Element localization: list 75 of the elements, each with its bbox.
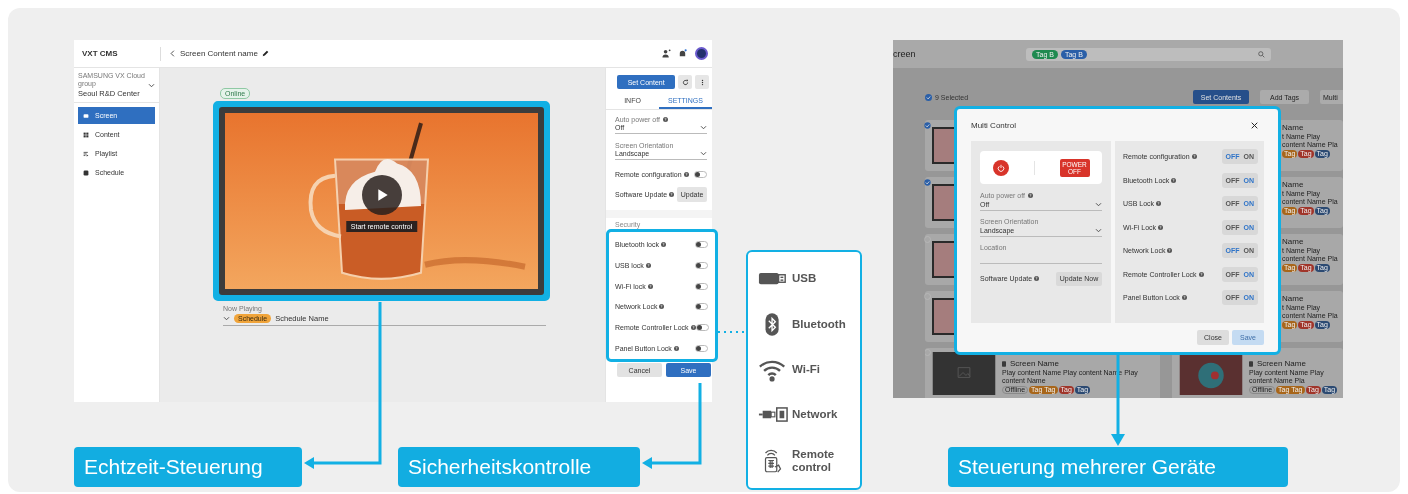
toggle-switch[interactable] xyxy=(695,303,708,311)
help-icon[interactable] xyxy=(647,283,653,289)
chevron-down-icon xyxy=(700,151,707,156)
checkbox-icon[interactable] xyxy=(924,236,931,243)
feature-label: USB xyxy=(792,272,818,286)
grid-icon xyxy=(83,131,89,138)
callout-label: Steuerung mehrerer Geräte xyxy=(948,447,1288,487)
feature-label: Wi-Fi xyxy=(792,362,821,376)
toggle-switch[interactable] xyxy=(695,240,708,248)
help-icon[interactable] xyxy=(1034,276,1040,281)
help-icon[interactable] xyxy=(683,172,689,177)
help-icon[interactable] xyxy=(661,241,666,247)
pencil-icon[interactable] xyxy=(261,50,269,57)
help-icon[interactable] xyxy=(663,117,668,122)
toggle-switch[interactable] xyxy=(695,282,708,290)
page-title: Screen Content name xyxy=(180,49,258,58)
help-icon[interactable] xyxy=(690,325,696,331)
toggle-switch[interactable] xyxy=(695,345,708,353)
monitor-icon xyxy=(1002,360,1006,367)
feature-label: Bluetooth xyxy=(792,317,847,331)
list-icon xyxy=(83,150,89,157)
callout-label: Echtzeit-Steuerung xyxy=(74,447,302,487)
checked-checkbox-icon[interactable] xyxy=(924,179,931,186)
monitor-icon xyxy=(83,112,89,119)
screen-name: Screen Name xyxy=(1257,359,1306,368)
play-icon xyxy=(377,188,389,202)
chevron-down-icon[interactable] xyxy=(148,82,155,88)
chevron-down-icon xyxy=(1095,202,1102,207)
dialog-title: Multi Control xyxy=(971,120,1016,130)
help-icon[interactable] xyxy=(1158,224,1164,230)
image-placeholder-thumbnail xyxy=(932,352,996,395)
screen-name: Name xyxy=(1282,180,1305,189)
screen-name: Name xyxy=(1282,294,1305,303)
toggle-switch[interactable] xyxy=(694,171,707,178)
back-icon[interactable] xyxy=(169,50,176,57)
avatar[interactable] xyxy=(695,47,708,60)
checkbox-icon[interactable] xyxy=(924,293,931,300)
help-icon[interactable] xyxy=(645,262,651,268)
feature-label: Remote control xyxy=(792,447,836,474)
chevron-down-icon[interactable] xyxy=(223,316,230,321)
monitor-icon xyxy=(1249,360,1253,367)
help-icon[interactable] xyxy=(1156,201,1162,206)
help-icon[interactable] xyxy=(673,346,679,352)
person-icon[interactable] xyxy=(662,49,671,58)
chevron-down-icon xyxy=(1095,228,1102,233)
help-icon[interactable] xyxy=(1198,271,1204,277)
refresh-button[interactable] xyxy=(678,75,693,89)
screen-name: Name xyxy=(1282,123,1305,132)
help-icon[interactable] xyxy=(669,191,675,197)
power-button[interactable] xyxy=(992,159,1009,176)
checkbox-icon[interactable] xyxy=(925,349,931,356)
screen-name: Screen Name xyxy=(1010,359,1059,368)
round-object-thumbnail xyxy=(1179,352,1243,395)
bell-icon[interactable] xyxy=(678,49,687,58)
close-icon[interactable] xyxy=(1251,121,1258,129)
help-icon[interactable] xyxy=(1181,295,1187,300)
calendar-icon xyxy=(83,169,89,176)
checked-checkbox-icon[interactable] xyxy=(924,122,931,129)
toggle-switch[interactable] xyxy=(695,261,708,269)
check-circle-icon xyxy=(925,93,932,101)
search-icon[interactable] xyxy=(1258,50,1265,58)
help-icon[interactable] xyxy=(1028,193,1033,198)
callout-label: Sicherheitskontrolle xyxy=(398,447,640,487)
app-title: VXT CMS xyxy=(81,49,119,58)
power-icon xyxy=(996,163,1005,172)
help-icon[interactable] xyxy=(1167,248,1173,253)
page-title: creen xyxy=(893,49,917,59)
toggle-switch[interactable] xyxy=(695,324,709,332)
feature-label: Network xyxy=(792,408,839,422)
help-icon[interactable] xyxy=(1171,177,1177,183)
help-icon[interactable] xyxy=(1191,154,1197,159)
refresh-icon xyxy=(681,78,689,86)
chevron-down-icon xyxy=(700,125,707,130)
help-icon[interactable] xyxy=(659,304,665,310)
screen-name: Name xyxy=(1282,237,1305,246)
